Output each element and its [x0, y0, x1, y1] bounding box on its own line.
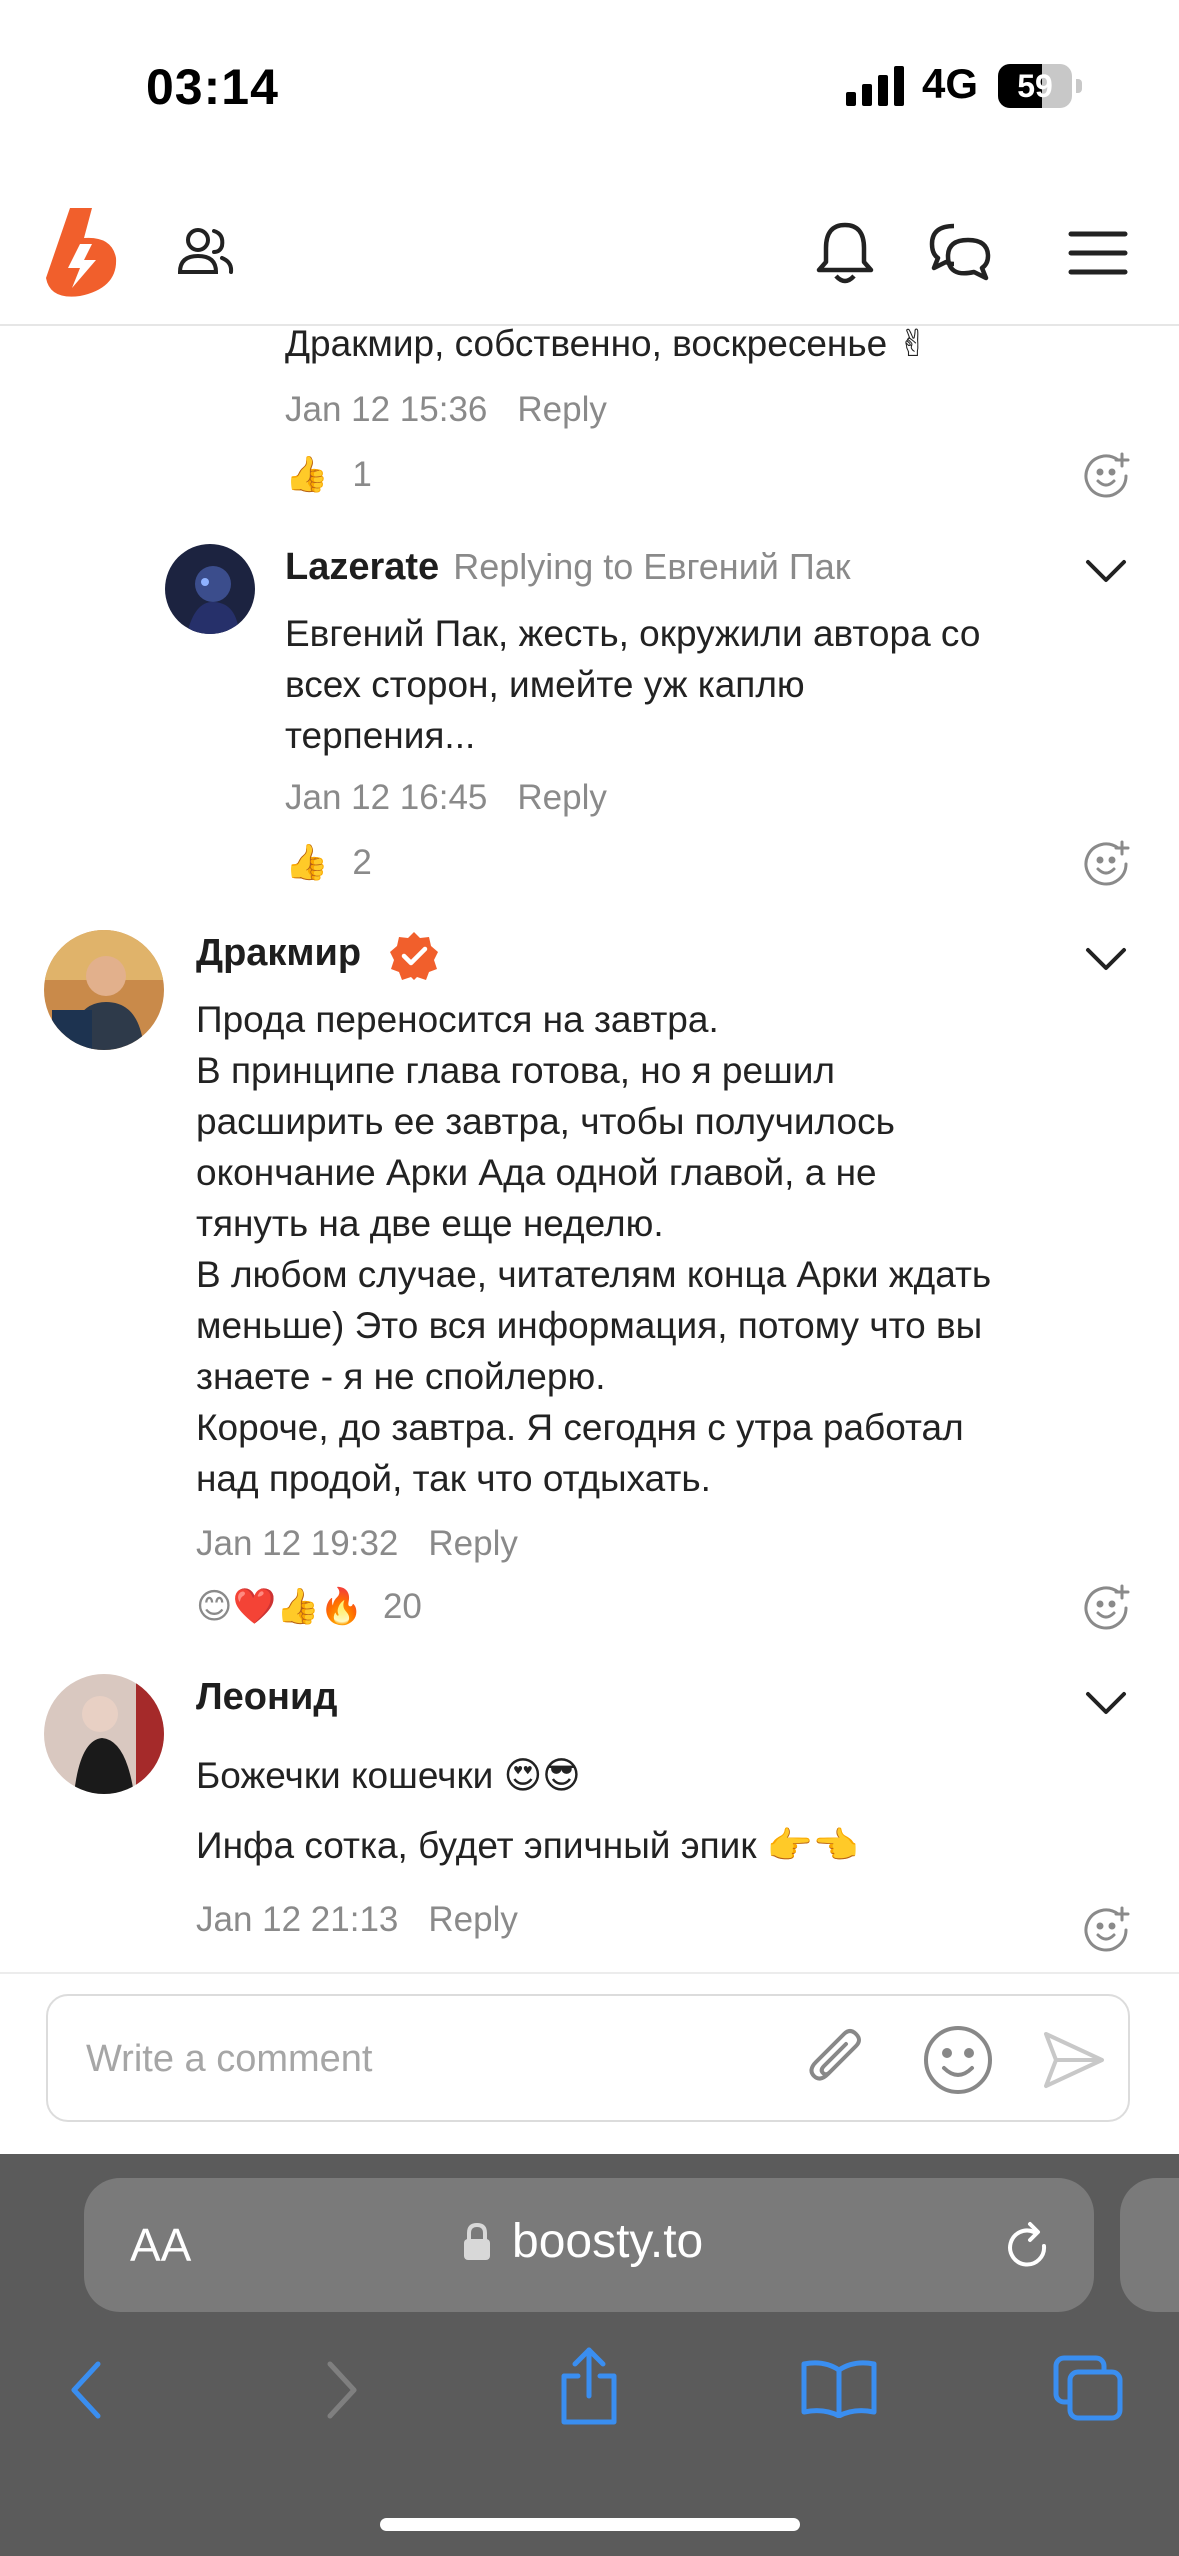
reload-icon[interactable]: [1000, 2220, 1056, 2276]
status-time: 03:14: [146, 59, 279, 115]
comment-text: Евгений Пак, жесть, окружили автора со в…: [285, 613, 981, 756]
comment-date: Jan 12 21:13: [196, 1900, 399, 1939]
comment-author: Lazerate Replying to Евгений Пак: [285, 546, 851, 589]
reply-button[interactable]: Reply: [517, 778, 606, 817]
avatar[interactable]: [44, 1674, 164, 1794]
send-icon[interactable]: [1042, 2028, 1106, 2092]
comment-text-line: Инфа сотка, будет эпичный эпик 👉👈: [196, 1825, 859, 1866]
chat-icon[interactable]: [928, 220, 992, 284]
next-tab-peek[interactable]: [1120, 2178, 1179, 2312]
comment-date: Jan 12 19:32: [196, 1524, 399, 1563]
chevron-down-icon[interactable]: [1084, 556, 1128, 586]
comment-date: Jan 12 16:45: [285, 778, 488, 817]
emoji-icon[interactable]: [922, 2024, 994, 2096]
likes-counter[interactable]: 👍 1: [285, 454, 372, 495]
signal-icon: [846, 66, 904, 106]
likes-count: 20: [382, 1587, 422, 1626]
comment-input-box[interactable]: [46, 1994, 1130, 2122]
likes-count: 2: [352, 843, 372, 882]
paperclip-icon[interactable]: [804, 2026, 872, 2094]
reply-button[interactable]: Reply: [428, 1524, 517, 1563]
author-name[interactable]: Lazerate: [285, 546, 439, 588]
reaction-stack-icon: 😊❤️👍🔥: [196, 1587, 364, 1626]
comment-author[interactable]: Леонид: [196, 1676, 337, 1719]
likes-count: 1: [352, 455, 372, 494]
chevron-down-icon[interactable]: [1084, 1688, 1128, 1718]
avatar[interactable]: [44, 930, 164, 1050]
bookmarks-icon[interactable]: [800, 2358, 878, 2418]
url-text[interactable]: boosty.to: [512, 2214, 703, 2269]
add-reaction-icon[interactable]: [1084, 1584, 1130, 1630]
boosty-logo[interactable]: [40, 204, 122, 300]
home-indicator: [380, 2518, 800, 2531]
add-reaction-icon[interactable]: [1084, 452, 1130, 498]
battery-level: 59: [1017, 68, 1053, 104]
comment-meta: Jan 12 16:45 Reply: [285, 778, 607, 818]
forward-icon[interactable]: [322, 2358, 362, 2422]
comment-author[interactable]: Дракмир: [196, 932, 361, 975]
community-icon[interactable]: [176, 226, 234, 278]
replying-to[interactable]: Replying to Евгений Пак: [453, 546, 850, 587]
network-type: 4G: [922, 60, 979, 107]
reply-button[interactable]: Reply: [428, 1900, 517, 1939]
likes-counter[interactable]: 👍 2: [285, 842, 372, 883]
thumbs-up-icon: 👍: [285, 843, 329, 882]
comment-meta: Jan 12 21:13 Reply: [196, 1900, 518, 1940]
back-icon[interactable]: [66, 2358, 106, 2422]
avatar[interactable]: [165, 544, 255, 634]
verified-badge-icon: [390, 932, 438, 980]
add-reaction-icon[interactable]: [1084, 1906, 1130, 1952]
comment-text: Прода переносится на завтра. В принципе …: [196, 999, 992, 1499]
chevron-down-icon[interactable]: [1084, 944, 1128, 974]
thumbs-up-icon: 👍: [285, 455, 329, 494]
reply-button[interactable]: Reply: [517, 390, 606, 429]
menu-icon[interactable]: [1068, 230, 1128, 276]
comment-date: Jan 12 15:36: [285, 390, 488, 429]
lock-icon: [464, 2222, 490, 2260]
bell-icon[interactable]: [814, 220, 876, 286]
reactions-counter[interactable]: 😊❤️👍🔥 20: [196, 1586, 422, 1627]
add-reaction-icon[interactable]: [1084, 840, 1130, 886]
comment-meta: Jan 12 15:36 Reply: [285, 390, 607, 430]
reader-settings-button[interactable]: AA: [130, 2218, 191, 2272]
comment-input[interactable]: [84, 1996, 788, 2122]
share-icon[interactable]: [556, 2346, 622, 2426]
app-header: [0, 196, 1179, 326]
comment-text: Дракмир, собственно, воскресенье ✌: [285, 323, 929, 364]
battery-icon: 59: [998, 64, 1082, 108]
tabs-icon[interactable]: [1052, 2354, 1124, 2422]
comment-meta: Jan 12 19:32 Reply: [196, 1524, 518, 1564]
comment-text-line: Божечки кошечки 😍😎: [196, 1755, 581, 1796]
